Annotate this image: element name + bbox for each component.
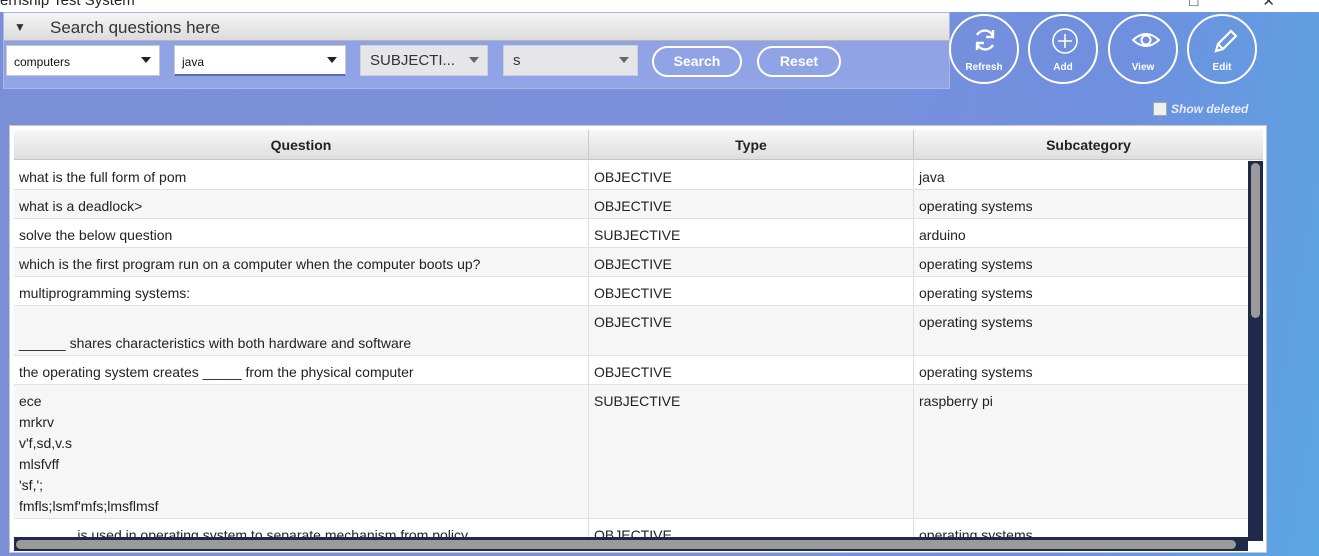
- chevron-down-icon: [141, 57, 151, 63]
- show-deleted-toggle[interactable]: Show deleted: [1153, 102, 1248, 116]
- show-deleted-checkbox[interactable]: [1153, 102, 1167, 116]
- show-deleted-label: Show deleted: [1171, 102, 1249, 116]
- cell-subcategory: arduino: [919, 227, 966, 243]
- cell-type: OBJECTIVE: [589, 306, 914, 355]
- type-value: SUBJECTI...: [370, 52, 456, 69]
- column-header-type[interactable]: Type: [589, 130, 914, 160]
- collapse-arrow-icon[interactable]: ▼: [14, 20, 26, 34]
- edit-button[interactable]: Edit: [1187, 14, 1257, 84]
- chevron-down-icon: [469, 57, 479, 63]
- pencil-icon: [1214, 29, 1238, 53]
- view-label: View: [1131, 62, 1155, 73]
- table-row[interactable]: ______ shares characteristics with both …: [14, 306, 1248, 356]
- search-term-value: s: [513, 52, 521, 69]
- cell-question: which is the first program run on a comp…: [14, 248, 589, 276]
- table-row[interactable]: which is the first program run on a comp…: [14, 248, 1248, 277]
- table-row[interactable]: solve the below question SUBJECTIVE ardu…: [14, 219, 1248, 248]
- refresh-button[interactable]: Refresh: [949, 14, 1019, 84]
- search-term-select[interactable]: s: [503, 45, 638, 76]
- cell-subcategory: operating systems: [919, 256, 1033, 272]
- cell-subcategory: operating systems: [919, 314, 1033, 330]
- view-button[interactable]: View: [1108, 14, 1178, 84]
- cell-question: what is a deadlock>: [14, 190, 589, 218]
- cell-subcategory: java: [919, 169, 945, 185]
- table-row[interactable]: multiprogramming systems: OBJECTIVE oper…: [14, 277, 1248, 306]
- add-button[interactable]: Add: [1028, 14, 1098, 84]
- cell-type: OBJECTIVE: [589, 161, 914, 189]
- refresh-label: Refresh: [965, 62, 1003, 73]
- reset-button[interactable]: Reset: [757, 46, 841, 77]
- cell-type: OBJECTIVE: [589, 248, 914, 276]
- cell-question: ______ shares characteristics with both …: [14, 306, 589, 355]
- cell-question: the operating system creates _____ from …: [14, 356, 589, 384]
- table-row[interactable]: what is the full form of pom OBJECTIVE j…: [14, 161, 1248, 190]
- chevron-down-icon: [619, 57, 629, 63]
- table-row[interactable]: what is a deadlock> OBJECTIVE operating …: [14, 190, 1248, 219]
- refresh-icon: [975, 29, 995, 51]
- horizontal-scroll-thumb[interactable]: [16, 540, 1236, 549]
- chevron-down-icon: [327, 57, 337, 63]
- cell-subcategory: operating systems: [919, 285, 1033, 301]
- cell-type: OBJECTIVE: [589, 277, 914, 305]
- title-bar: ernship Test System □ ✕: [0, 0, 1319, 12]
- cell-subcategory: raspberry pi: [919, 393, 993, 409]
- table-row[interactable]: the operating system creates _____ from …: [14, 356, 1248, 385]
- cell-question: what is the full form of pom: [14, 161, 589, 189]
- vertical-scroll-thumb[interactable]: [1251, 163, 1260, 318]
- column-header-question[interactable]: Question: [14, 130, 589, 160]
- table-header: Question Type Subcategory: [14, 130, 1263, 160]
- subcategory-select[interactable]: java: [174, 45, 346, 76]
- cell-type: SUBJECTIVE: [589, 385, 914, 518]
- cell-subcategory: operating systems: [919, 364, 1033, 380]
- eye-icon: [1131, 33, 1161, 47]
- subcategory-value: java: [182, 55, 205, 69]
- vertical-scrollbar[interactable]: [1248, 161, 1263, 541]
- type-select[interactable]: SUBJECTI...: [360, 45, 488, 76]
- category-value: computers: [14, 55, 71, 69]
- add-label: Add: [1053, 62, 1073, 73]
- table-row[interactable]: ece mrkrv v'f,sd,v.s mlsfvff 'sf,'; fmfl…: [14, 385, 1248, 519]
- horizontal-scrollbar[interactable]: [14, 537, 1248, 551]
- cell-question: ece mrkrv v'f,sd,v.s mlsfvff 'sf,'; fmfl…: [14, 385, 589, 518]
- add-icon: [1052, 28, 1078, 54]
- search-panel: ▼ Search questions here computers java S…: [3, 12, 950, 89]
- edit-label: Edit: [1212, 62, 1232, 73]
- cell-question: solve the below question: [14, 219, 589, 247]
- search-collapse-header[interactable]: ▼ Search questions here: [4, 13, 949, 41]
- cell-type: OBJECTIVE: [589, 190, 914, 218]
- category-select[interactable]: computers: [6, 45, 160, 76]
- questions-table: Question Type Subcategory what is the fu…: [9, 125, 1267, 553]
- window-controls[interactable]: □ ✕: [1189, 0, 1305, 10]
- cell-subcategory: operating systems: [919, 198, 1033, 214]
- column-header-subcategory[interactable]: Subcategory: [914, 130, 1263, 160]
- search-button[interactable]: Search: [652, 46, 742, 77]
- cell-type: SUBJECTIVE: [589, 219, 914, 247]
- cell-question: multiprogramming systems:: [14, 277, 589, 305]
- window-title: ernship Test System: [0, 0, 135, 9]
- search-header-label: Search questions here: [50, 18, 221, 37]
- cell-type: OBJECTIVE: [589, 356, 914, 384]
- table-body: what is the full form of pom OBJECTIVE j…: [14, 161, 1248, 541]
